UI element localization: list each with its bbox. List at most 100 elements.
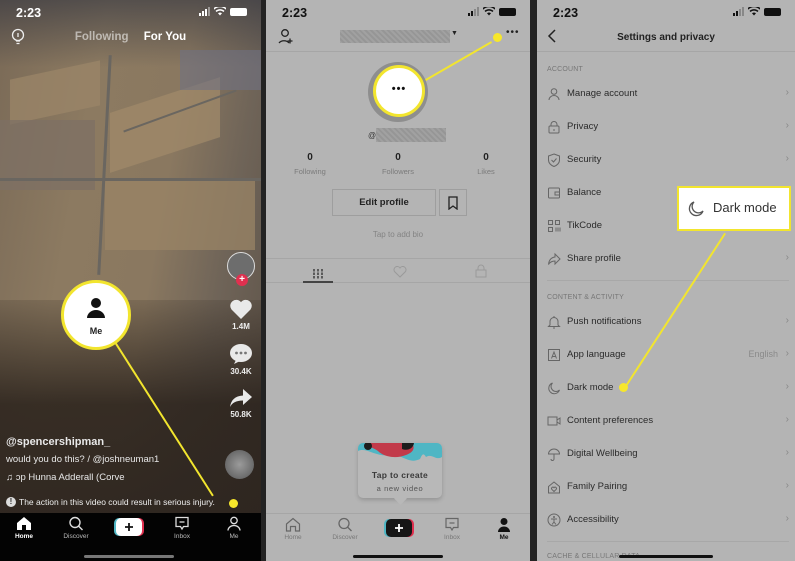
edit-profile-button[interactable]: Edit profile [332,189,436,216]
settings-item-label: Manage account [567,88,638,99]
settings-item-label: Balance [567,187,602,198]
username-redacted [376,128,446,142]
tab-inbox[interactable]: Inbox [432,517,472,541]
tab-home-label: Home [14,533,34,540]
tab-home[interactable]: Home [273,517,313,541]
tab-home[interactable]: Home [4,516,44,540]
settings-item-app-language[interactable]: App language English › [537,343,795,367]
status-icons [468,7,516,16]
like-count: 1.4M [232,322,250,331]
plus-icon [395,524,403,532]
tab-following[interactable]: Following [75,31,129,43]
settings-item-accessibility[interactable]: Accessibility › [537,508,795,532]
home-indicator [353,555,443,558]
tab-discover[interactable]: Discover [325,517,365,541]
account-name-redacted[interactable] [340,30,450,43]
home-indicator [619,555,713,558]
status-bar: 2:23 [266,0,530,24]
profile-stats: 0 Following 0 Followers 0 Likes [266,152,530,176]
tab-for-you[interactable]: For You [144,31,186,43]
chevron-right-icon: › [785,87,789,98]
create-video-tooltip[interactable]: Tap to create a new video [358,443,442,505]
wifi-icon [214,7,226,16]
profile-content-tabs [266,258,530,283]
chevron-right-icon: › [785,480,789,491]
settings-item-privacy[interactable]: Privacy › [537,115,795,139]
stat-followers[interactable]: 0 Followers [354,152,442,176]
settings-item-digital-wellbeing[interactable]: Digital Wellbeing › [537,442,795,466]
callout-dot [493,33,502,42]
settings-item-security[interactable]: Security › [537,148,795,172]
moon-icon [548,382,560,395]
video-actions: + 1.4M 30.4K 50.8K [226,252,256,419]
favorites-button[interactable] [439,189,467,216]
chevron-right-icon: › [785,447,789,458]
add-friend-button[interactable] [278,28,295,50]
share-button[interactable]: 50.8K [226,388,256,419]
create-video-button[interactable] [386,519,412,537]
create-video-button[interactable] [116,518,142,536]
home-icon [17,517,31,530]
inbox-icon [175,516,189,531]
lock-icon [475,264,487,278]
stat-label: Likes [477,167,495,176]
shield-icon [548,153,560,167]
creator-username[interactable]: @spencershipman_ [6,436,110,448]
chevron-right-icon: › [785,381,789,392]
comment-button[interactable]: 30.4K [226,343,256,376]
settings-item-manage-account[interactable]: Manage account › [537,82,795,106]
signal-icon [733,7,744,16]
comment-icon [230,344,252,364]
callout-dot [619,383,628,392]
settings-item-dark-mode[interactable]: Dark mode › [537,376,795,400]
settings-item-content-preferences[interactable]: Content preferences › [537,409,795,433]
share-arrow-icon [230,389,252,407]
chevron-right-icon: › [785,348,789,359]
settings-item-share-profile[interactable]: Share profile › [537,247,795,271]
chevron-right-icon: › [785,252,789,263]
accessibility-icon [547,513,561,527]
stat-likes[interactable]: 0 Likes [442,152,530,176]
chevron-right-icon: › [785,120,789,131]
tab-me[interactable]: Me [214,516,254,540]
person-filled-icon [498,518,510,532]
wifi-icon [748,7,760,16]
person-outline-icon [227,516,241,531]
liked-videos-tab[interactable] [393,265,407,283]
tab-discover[interactable]: Discover [56,516,96,540]
bottom-tab-bar: Home Discover Inbox Me [0,513,261,561]
status-icons [199,7,247,16]
stat-following[interactable]: 0 Following [266,152,354,176]
settings-item-family-pairing[interactable]: Family Pairing › [537,475,795,499]
callout-dot [229,499,238,508]
more-dots-icon: ••• [391,83,407,95]
home-outline-icon [285,517,301,532]
language-icon [548,349,560,361]
tab-home-label: Home [284,534,302,541]
section-header-content-activity: CONTENT & ACTIVITY [547,294,624,301]
page-title: Settings and privacy [617,32,715,43]
warning-text: The action in this video could result in… [19,497,215,507]
tab-me[interactable]: Me [484,517,524,541]
umbrella-icon [547,448,561,461]
stat-value: 0 [307,152,313,163]
inbox-icon [445,517,459,532]
search-icon [338,517,352,532]
tab-inbox[interactable]: Inbox [162,516,202,540]
account-switch-caret-icon[interactable]: ▼ [451,30,458,37]
follow-plus-icon[interactable]: + [236,274,248,286]
tab-discover-label: Discover [63,533,89,540]
private-videos-tab[interactable] [475,264,487,283]
dark-mode-callout-label: Dark mode [713,200,777,215]
creator-avatar[interactable]: + [227,252,255,286]
plus-icon [125,523,133,531]
tooltip-artwork [358,443,442,465]
like-button[interactable]: 1.4M [226,298,256,331]
chevron-right-icon: › [785,315,789,326]
bio-placeholder[interactable]: Tap to add bio [266,230,530,239]
music-disc[interactable] [225,450,254,479]
more-options-button[interactable]: ••• [506,27,520,38]
stat-value: 0 [483,152,489,163]
settings-item-label: Content preferences [567,415,654,426]
music-ticker[interactable]: ♫ ɔp Hunna Adderall (Corve [6,472,125,483]
